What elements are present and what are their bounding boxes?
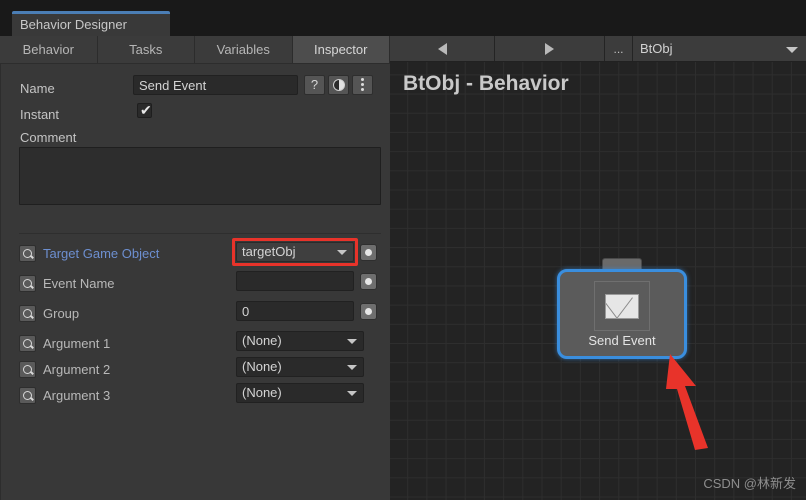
instant-row: Instant — [20, 103, 59, 125]
argument-2-value: (None) — [242, 359, 282, 374]
property-row-argument-3: Argument 3 — [19, 384, 110, 406]
panel-tab-bar: Behavior Tasks Variables Inspector — [0, 36, 390, 63]
window-tab-label: Behavior Designer — [20, 17, 127, 32]
contrast-circle-icon — [332, 79, 345, 91]
graph-title: BtObj - Behavior — [403, 72, 569, 95]
more-options-button[interactable] — [352, 75, 373, 95]
argument-3-dropdown[interactable]: (None) — [236, 383, 364, 403]
annotation-arrow-icon — [666, 354, 708, 450]
tab-tasks-label: Tasks — [129, 42, 163, 57]
tab-inspector[interactable]: Inspector — [292, 36, 390, 63]
event-name-input[interactable] — [236, 271, 354, 291]
behavior-object-value: BtObj — [640, 41, 673, 56]
help-icon: ? — [310, 77, 319, 92]
property-row-event-name: Event Name — [19, 272, 115, 294]
tab-variables-label: Variables — [216, 42, 270, 57]
search-icon[interactable] — [19, 360, 36, 378]
tab-variables[interactable]: Variables — [195, 36, 293, 63]
tab-behavior-label: Behavior — [22, 42, 74, 57]
property-row-argument-2: Argument 2 — [19, 358, 110, 380]
help-button[interactable]: ? — [304, 75, 325, 95]
envelope-icon — [605, 293, 639, 319]
chevron-down-icon — [347, 391, 357, 396]
property-label-event-name: Event Name — [43, 275, 115, 291]
chevron-down-icon — [337, 250, 347, 255]
property-label-argument-1: Argument 1 — [43, 335, 111, 351]
checkmark-icon: ✔ — [140, 102, 152, 118]
window-tabbar: Behavior Designer — [0, 0, 806, 36]
presets-button[interactable] — [328, 75, 349, 95]
chevron-down-icon — [347, 339, 357, 344]
watermark: CSDN @林新发 — [703, 476, 796, 491]
inspector-panel: Behavior Tasks Variables Inspector Name … — [0, 36, 390, 500]
search-icon[interactable] — [19, 244, 36, 262]
target-game-object-dropdown[interactable]: targetObj — [236, 242, 354, 262]
search-icon[interactable] — [19, 386, 36, 404]
group-input[interactable] — [236, 301, 354, 321]
property-label-target-game-object: Target Game Object — [43, 245, 160, 261]
chevron-down-icon — [786, 46, 798, 53]
comment-textarea[interactable] — [19, 147, 381, 205]
section-divider — [19, 233, 381, 234]
property-row-target-game-object: Target Game Object — [19, 242, 159, 264]
inspector-body: Name ? Instant ✔ Comment — [0, 63, 390, 500]
property-label-group: Group — [43, 305, 80, 321]
group-bind-button[interactable] — [360, 303, 377, 320]
name-label: Name — [20, 80, 55, 96]
property-row-argument-1: Argument 1 — [19, 332, 110, 354]
property-row-group: Group — [19, 302, 79, 324]
search-icon[interactable] — [19, 274, 36, 292]
overflow-menu-label: ... — [613, 41, 624, 56]
tab-inspector-label: Inspector — [314, 42, 368, 57]
search-icon[interactable] — [19, 334, 36, 352]
instant-label: Instant — [20, 106, 60, 122]
property-label-argument-2: Argument 2 — [43, 361, 111, 377]
target-game-object-value: targetObj — [242, 244, 296, 259]
instant-checkbox[interactable]: ✔ — [137, 103, 152, 118]
arrow-left-icon — [437, 42, 447, 55]
argument-2-dropdown[interactable]: (None) — [236, 357, 364, 377]
vertical-dots-icon — [361, 78, 364, 92]
behavior-node-send-event[interactable]: Send Event — [557, 258, 687, 363]
argument-1-dropdown[interactable]: (None) — [236, 331, 364, 351]
node-label: Send Event — [588, 333, 656, 348]
behavior-graph-canvas[interactable]: BtObj - Behavior Send Event CSDN @林新发 — [390, 36, 806, 500]
graph-toolbar: ... BtObj — [390, 36, 806, 62]
property-label-argument-3: Argument 3 — [43, 387, 111, 403]
comment-row: Comment — [20, 126, 76, 148]
event-name-bind-button[interactable] — [360, 273, 377, 290]
node-body[interactable]: Send Event — [557, 269, 687, 359]
node-icon-frame — [594, 281, 650, 331]
name-row: Name — [20, 77, 55, 99]
behavior-designer-window: Behavior Designer Behavior Tasks Variabl… — [0, 0, 806, 500]
comment-label: Comment — [20, 129, 77, 145]
nav-forward-button[interactable] — [495, 36, 605, 61]
chevron-down-icon — [347, 365, 357, 370]
overflow-menu-button[interactable]: ... — [605, 36, 633, 61]
window-tab-behavior-designer[interactable]: Behavior Designer — [12, 11, 170, 36]
search-icon[interactable] — [19, 304, 36, 322]
argument-3-value: (None) — [242, 385, 282, 400]
name-input[interactable] — [133, 75, 298, 95]
nav-back-button[interactable] — [390, 36, 495, 61]
argument-1-value: (None) — [242, 333, 282, 348]
target-game-object-bind-button[interactable] — [360, 244, 377, 261]
arrow-right-icon — [545, 42, 554, 55]
tab-behavior[interactable]: Behavior — [0, 36, 98, 63]
tab-tasks[interactable]: Tasks — [97, 36, 195, 63]
behavior-object-dropdown[interactable]: BtObj — [633, 36, 806, 61]
